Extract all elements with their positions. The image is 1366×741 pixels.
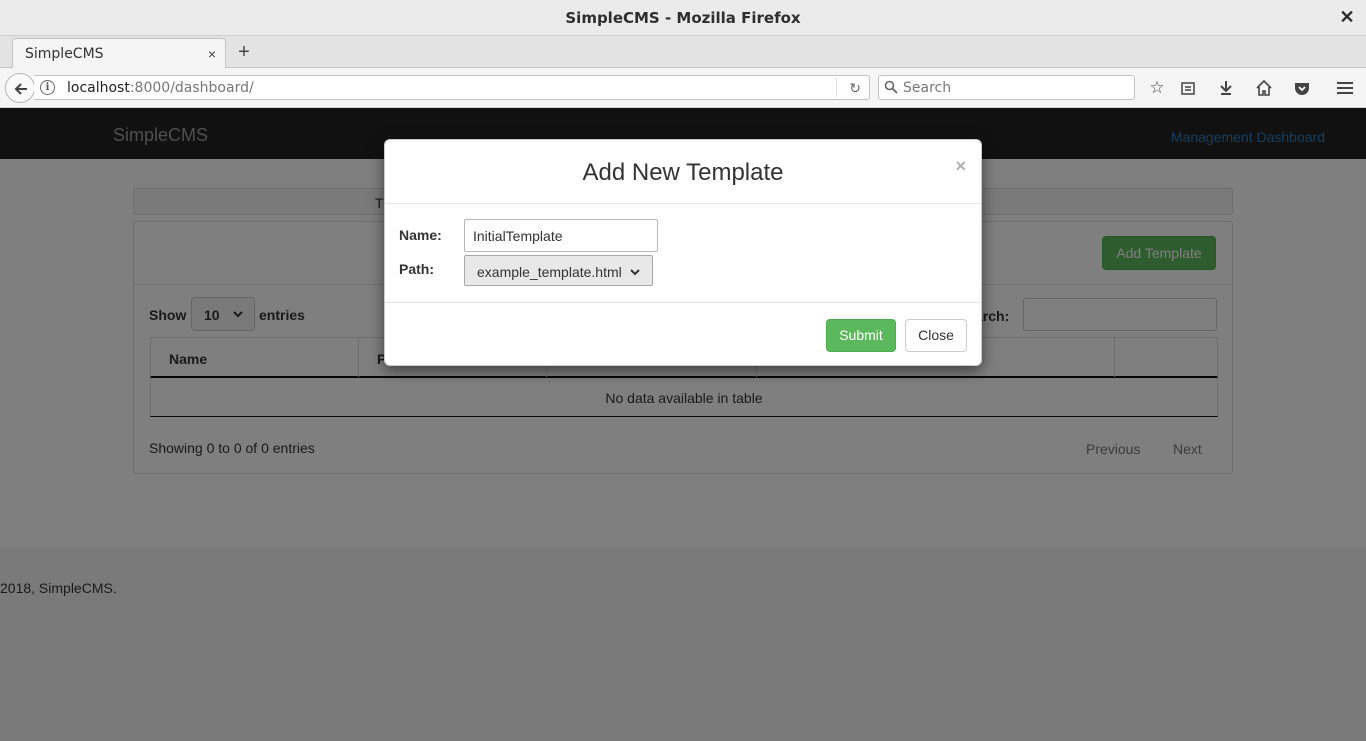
modal-title: Add New Template	[582, 159, 784, 186]
browser-search-bar[interactable]: Search	[878, 75, 1135, 100]
search-icon	[884, 80, 898, 94]
modal-body: Name: Path: example_template.html	[385, 205, 981, 302]
home-icon[interactable]	[1254, 78, 1274, 98]
window-close-icon[interactable]: ✕	[1338, 8, 1356, 26]
tab-close-icon[interactable]: ×	[208, 46, 216, 62]
submit-button[interactable]: Submit	[826, 319, 896, 352]
bookmark-star-icon[interactable]: ☆	[1147, 78, 1167, 98]
modal-close-icon[interactable]: ×	[955, 156, 966, 177]
url-host: localhost	[67, 80, 130, 96]
name-label: Name:	[399, 227, 442, 243]
back-arrow-icon	[14, 83, 27, 95]
search-placeholder: Search	[903, 80, 952, 96]
url-bar[interactable]: i localhost:8000/dashboard/ ↻	[34, 75, 870, 100]
modal-header: Add New Template ×	[385, 140, 981, 204]
window-title: SimpleCMS - Mozilla Firefox	[565, 9, 801, 27]
new-tab-icon[interactable]: +	[234, 42, 254, 62]
tab-label: SimpleCMS	[25, 46, 104, 62]
pocket-icon[interactable]	[1292, 78, 1312, 98]
path-select-value: example_template.html	[477, 264, 622, 280]
window-titlebar: SimpleCMS - Mozilla Firefox ✕	[0, 0, 1366, 36]
chevron-down-icon	[630, 269, 640, 276]
url-text[interactable]: localhost:8000/dashboard/	[67, 80, 254, 96]
template-name-input[interactable]	[464, 219, 658, 252]
download-icon[interactable]	[1216, 78, 1236, 98]
add-template-modal: Add New Template × Name: Path: example_t…	[384, 139, 982, 366]
site-info-icon[interactable]: i	[40, 80, 55, 95]
url-path: :8000/dashboard/	[129, 80, 254, 96]
close-button[interactable]: Close	[905, 319, 967, 352]
back-button[interactable]	[5, 73, 35, 103]
template-path-select[interactable]: example_template.html	[464, 255, 653, 286]
browser-tab[interactable]: SimpleCMS ×	[12, 38, 226, 69]
page-content: SimpleCMS Management Dashboard T Add Tem…	[0, 108, 1366, 741]
tab-strip: SimpleCMS × +	[0, 36, 1366, 69]
browser-toolbar: i localhost:8000/dashboard/ ↻ Search ☆	[0, 68, 1366, 108]
url-separator	[836, 78, 837, 97]
menu-icon[interactable]	[1335, 78, 1355, 98]
path-label: Path:	[399, 261, 434, 277]
reload-icon[interactable]: ↻	[849, 80, 861, 97]
modal-footer: Submit Close	[385, 302, 981, 366]
reading-list-icon[interactable]	[1178, 78, 1198, 98]
